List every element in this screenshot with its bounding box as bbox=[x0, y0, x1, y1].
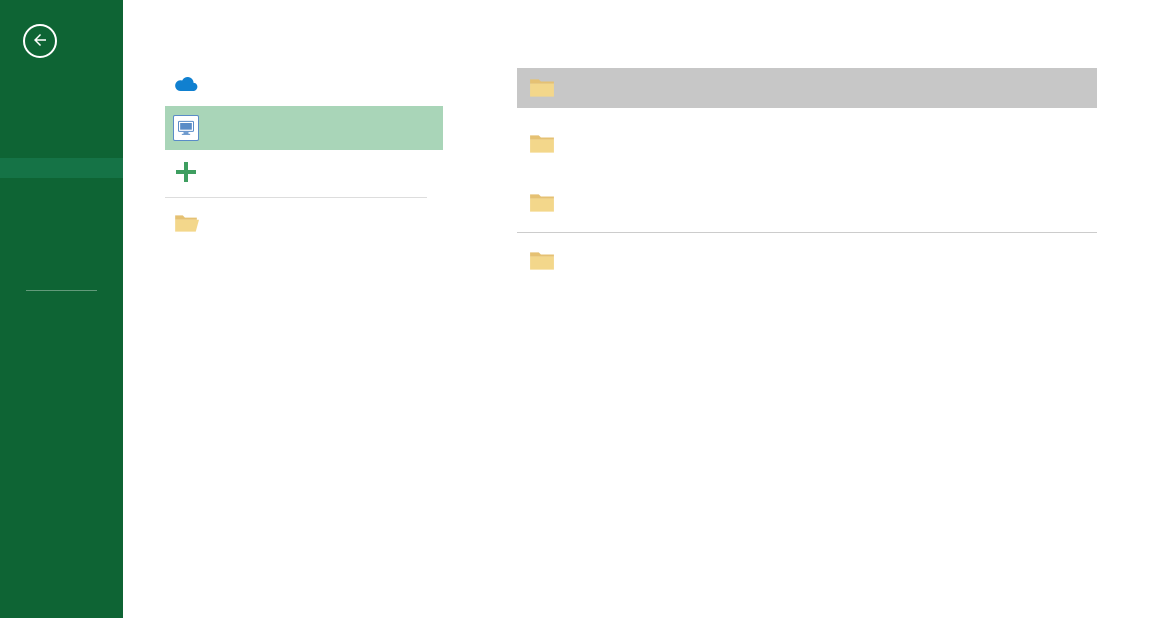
folder-icon bbox=[529, 133, 555, 155]
add-place-icon bbox=[173, 159, 199, 185]
nav-open[interactable] bbox=[0, 118, 123, 138]
location-add-place[interactable] bbox=[165, 150, 481, 194]
folder-new-folder[interactable] bbox=[517, 180, 1097, 226]
onedrive-icon bbox=[173, 71, 199, 97]
location-onedrive[interactable] bbox=[165, 62, 481, 106]
nav-save-as[interactable] bbox=[0, 158, 123, 178]
backstage-sidebar bbox=[0, 0, 123, 618]
location-browse[interactable] bbox=[165, 201, 481, 245]
nav-divider bbox=[26, 290, 97, 291]
folder-icon bbox=[529, 192, 555, 214]
this-pc-icon bbox=[173, 115, 199, 141]
nav-export[interactable] bbox=[0, 218, 123, 238]
back-arrow-icon bbox=[31, 31, 49, 52]
nav-publish[interactable] bbox=[0, 238, 123, 258]
browse-folder-icon bbox=[173, 210, 199, 236]
nav-share[interactable] bbox=[0, 198, 123, 218]
nav-print[interactable] bbox=[0, 178, 123, 198]
folder-desktop-current[interactable] bbox=[517, 68, 1097, 108]
location-divider bbox=[165, 197, 427, 198]
folders-panel bbox=[517, 62, 1157, 281]
section-divider bbox=[517, 232, 1097, 233]
locations-panel bbox=[165, 62, 481, 281]
nav-account[interactable] bbox=[0, 303, 123, 323]
nav-save[interactable] bbox=[0, 138, 123, 158]
nav-close[interactable] bbox=[0, 258, 123, 278]
folder-documents[interactable] bbox=[517, 241, 1097, 281]
nav-options[interactable] bbox=[0, 323, 123, 343]
content-area bbox=[123, 0, 1157, 618]
folder-desktop-today[interactable] bbox=[517, 124, 1097, 164]
folder-icon bbox=[529, 250, 555, 272]
location-this-pc[interactable] bbox=[165, 106, 443, 150]
nav-new[interactable] bbox=[0, 98, 123, 118]
back-button[interactable] bbox=[23, 24, 57, 58]
nav-info[interactable] bbox=[0, 78, 123, 98]
folder-icon bbox=[529, 77, 555, 99]
